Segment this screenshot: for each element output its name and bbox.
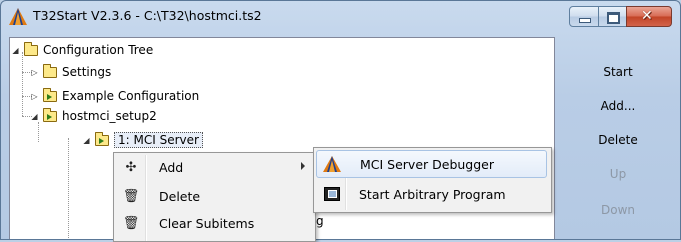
tree-node-label: 1: MCI Server (114, 132, 203, 148)
submenu-item-start-arbitrary-program[interactable]: Start Arbitrary Program (316, 180, 547, 208)
add-icon: ✣ (125, 159, 137, 175)
maximize-button[interactable] (598, 6, 627, 27)
expand-icon[interactable]: ▷ (30, 92, 39, 101)
hidden-tree-text: g (316, 214, 324, 228)
context-menu: ✣ Add 🗑 Delete 🗑 Clear Subitems (113, 152, 316, 242)
collapse-icon[interactable]: ◢ (82, 136, 91, 145)
tree-node-hostmci-setup2[interactable]: ◢ hostmci_setup2 (30, 107, 157, 124)
menu-item-add[interactable]: ✣ Add (116, 154, 311, 180)
tree-node-example-configuration[interactable]: ▷ Example Configuration (30, 87, 200, 104)
up-button[interactable]: Up (564, 159, 672, 189)
minimize-button[interactable] (569, 6, 599, 27)
tree-node-mci-server[interactable]: ◢ 1: MCI Server (82, 131, 203, 148)
tree-node-settings[interactable]: ▷ Settings (30, 63, 112, 80)
minimize-icon (579, 18, 591, 23)
menu-item-label: Clear Subitems (159, 215, 255, 231)
folder-run-icon (43, 87, 57, 102)
folder-icon (24, 41, 38, 56)
clear-icon: 🗑 (122, 215, 140, 231)
close-icon: ✕ (641, 8, 653, 24)
folder-run-icon (95, 131, 109, 146)
delete-button[interactable]: Delete (564, 125, 672, 155)
menu-item-label: Add (159, 159, 184, 175)
maximize-icon (607, 12, 620, 24)
tree-line (22, 52, 23, 116)
down-button[interactable]: Down (564, 195, 672, 225)
close-button[interactable]: ✕ (626, 6, 672, 27)
add-submenu: MCI Server Debugger Start Arbitrary Prog… (313, 147, 552, 213)
menu-item-label: MCI Server Debugger (360, 156, 495, 172)
expand-icon[interactable]: ▷ (30, 68, 39, 77)
window-title: T32Start V2.3.6 - C:\T32\hostmci.ts2 (33, 8, 262, 23)
menu-item-label: Delete (159, 188, 201, 204)
trash-icon: 🗑 (122, 188, 140, 204)
trace32-app-icon (9, 8, 27, 25)
tree-line (38, 122, 39, 142)
collapse-icon[interactable]: ◢ (30, 112, 39, 121)
tree-node-root[interactable]: ◢ Configuration Tree (11, 41, 154, 58)
trace32-icon (323, 156, 341, 172)
tree-node-label: Configuration Tree (43, 43, 154, 57)
folder-icon (43, 63, 57, 78)
tree-node-label: Settings (62, 65, 112, 79)
menu-item-clear-subitems[interactable]: 🗑 Clear Subitems (116, 210, 311, 236)
folder-run-icon (43, 107, 57, 122)
tree-node-label: Example Configuration (62, 89, 200, 103)
tree-node-label: hostmci_setup2 (62, 109, 157, 123)
tree-line (68, 138, 69, 238)
menu-item-delete[interactable]: 🗑 Delete (116, 183, 311, 209)
collapse-icon[interactable]: ◢ (11, 46, 20, 55)
add-button[interactable]: Add... (564, 91, 672, 121)
submenu-arrow-icon (301, 162, 305, 170)
title-bar[interactable]: T32Start V2.3.6 - C:\T32\hostmci.ts2 ✕ (1, 1, 680, 31)
submenu-item-mci-server-debugger[interactable]: MCI Server Debugger (316, 150, 547, 178)
menu-item-label: Start Arbitrary Program (359, 186, 506, 202)
program-icon (324, 187, 340, 201)
start-button[interactable]: Start (564, 57, 672, 87)
